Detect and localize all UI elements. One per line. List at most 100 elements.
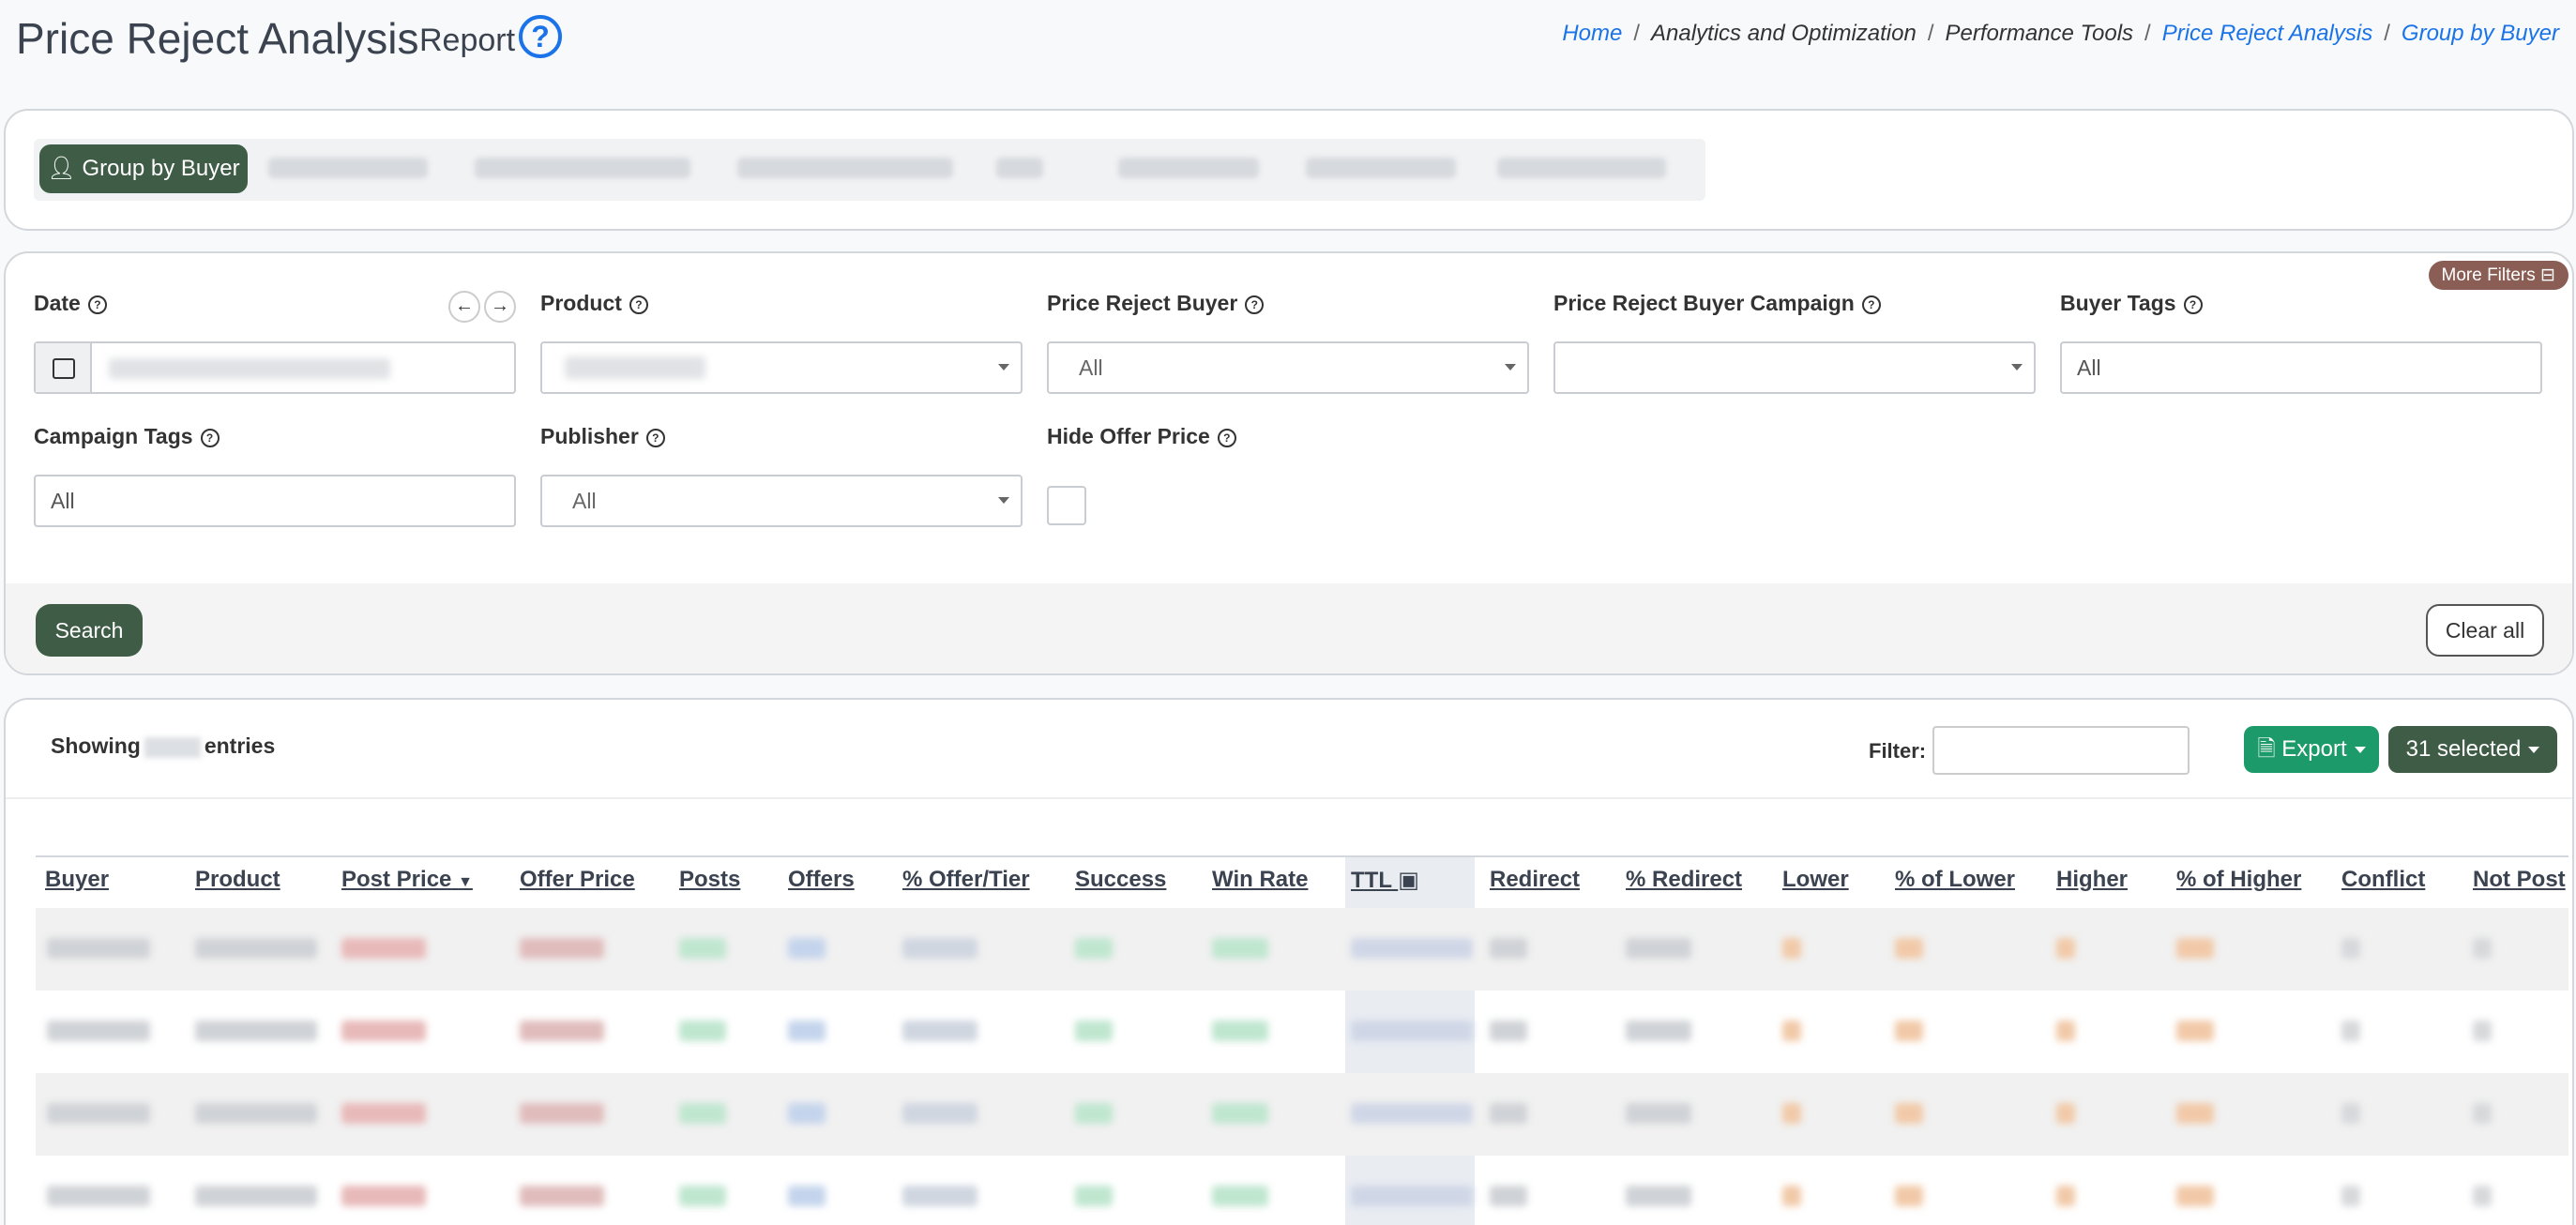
- redacted-cell: [1782, 1021, 1801, 1041]
- redacted-cell: [2176, 1021, 2214, 1041]
- date-range-value: [109, 358, 390, 379]
- publisher-select[interactable]: All: [540, 475, 1023, 527]
- column-header-conflict[interactable]: Conflict: [2341, 867, 2425, 893]
- redacted-cell: [47, 1186, 150, 1206]
- redacted-cell: [1782, 1103, 1801, 1124]
- redacted-cell: [902, 1186, 977, 1206]
- column-header-percent-higher[interactable]: % of Higher: [2176, 867, 2301, 893]
- redacted-cell: [1351, 1103, 1473, 1124]
- table-row: [36, 1073, 2568, 1156]
- redacted-cell: [902, 938, 977, 959]
- help-icon[interactable]: ?: [629, 295, 648, 314]
- redacted-cell: [679, 1103, 726, 1124]
- column-header-higher[interactable]: Higher: [2056, 867, 2128, 893]
- price-reject-buyer-campaign-select[interactable]: [1553, 341, 2036, 394]
- column-header-offer-tier[interactable]: % Offer/Tier: [902, 867, 1030, 893]
- tab-blurred[interactable]: [1497, 158, 1666, 178]
- help-icon[interactable]: ?: [2183, 295, 2203, 314]
- tab-blurred[interactable]: [475, 158, 690, 178]
- help-icon[interactable]: ?: [1245, 295, 1265, 314]
- date-range-input[interactable]: [34, 341, 516, 394]
- columns-selected-button[interactable]: 31 selected: [2388, 726, 2557, 773]
- price-reject-buyer-label: Price Reject Buyer?: [1047, 291, 1265, 316]
- tab-group-by-buyer[interactable]: 👤︎ Group by Buyer: [39, 144, 248, 193]
- column-header-buyer[interactable]: Buyer: [45, 867, 109, 893]
- redacted-cell: [1075, 1186, 1113, 1206]
- redacted-cell: [2176, 1103, 2214, 1124]
- breadcrumb-group-by-buyer[interactable]: Group by Buyer: [2402, 21, 2559, 46]
- more-filters-button[interactable]: More Filters ⊟: [2428, 261, 2568, 290]
- product-select[interactable]: [540, 341, 1023, 394]
- table-row: [36, 1156, 2568, 1225]
- breadcrumb-price-reject-analysis[interactable]: Price Reject Analysis: [2162, 21, 2373, 46]
- hide-offer-price-checkbox[interactable]: [1047, 486, 1086, 525]
- buyer-tags-input[interactable]: All: [2060, 341, 2542, 394]
- date-prev-button[interactable]: ←: [448, 291, 480, 323]
- redacted-cell: [2473, 1186, 2492, 1206]
- redacted-cell: [788, 1021, 826, 1041]
- redacted-cell: [788, 1103, 826, 1124]
- redacted-cell: [1895, 1186, 1923, 1206]
- page-subtitle: Report: [419, 23, 516, 58]
- page-title: Price Reject Analysis: [16, 14, 419, 63]
- table-filter-input[interactable]: [1932, 726, 2190, 775]
- redacted-cell: [2473, 1021, 2492, 1041]
- excel-file-icon: 🗎︎: [2257, 736, 2276, 762]
- tab-blurred[interactable]: [1306, 158, 1456, 178]
- redacted-cell: [47, 938, 150, 959]
- redacted-cell: [1075, 1021, 1113, 1041]
- redacted-cell: [1782, 938, 1801, 959]
- tab-blurred[interactable]: [1118, 158, 1259, 178]
- redacted-cell: [1212, 1021, 1268, 1041]
- help-icon[interactable]: ?: [645, 428, 665, 447]
- redacted-cell: [2473, 1103, 2492, 1124]
- help-icon[interactable]: ?: [519, 15, 562, 58]
- breadcrumb-home[interactable]: Home: [1562, 21, 1622, 46]
- redacted-cell: [902, 1021, 977, 1041]
- redacted-cell: [2176, 1186, 2214, 1206]
- report-tabs-card: 👤︎ Group by Buyer: [4, 109, 2574, 231]
- collapse-icon: ⊟: [2540, 265, 2555, 285]
- column-header-percent-lower[interactable]: % of Lower: [1895, 867, 2015, 893]
- results-card: Showing entries Filter: 🗎︎ Export 31 sele…: [4, 698, 2574, 1225]
- column-header-success[interactable]: Success: [1075, 867, 1166, 893]
- redacted-cell: [1351, 1186, 1473, 1206]
- redacted-cell: [47, 1021, 150, 1041]
- product-label: Product?: [540, 291, 648, 316]
- export-button[interactable]: 🗎︎ Export: [2244, 726, 2379, 773]
- column-header-percent-redirect[interactable]: % Redirect: [1626, 867, 1742, 893]
- redacted-cell: [1895, 1021, 1923, 1041]
- campaign-tags-input[interactable]: All: [34, 475, 516, 527]
- column-header-not-post[interactable]: Not Post: [2473, 867, 2566, 893]
- column-header-offers[interactable]: Offers: [788, 867, 855, 893]
- clear-all-button[interactable]: Clear all: [2426, 604, 2544, 657]
- sort-desc-icon: ▼: [458, 874, 473, 890]
- column-header-ttl[interactable]: TTL ▣: [1351, 867, 1419, 894]
- redacted-cell: [1626, 1021, 1691, 1041]
- redacted-cell: [1782, 1186, 1801, 1206]
- tab-blurred[interactable]: [268, 158, 428, 178]
- redacted-cell: [195, 1103, 317, 1124]
- column-header-posts[interactable]: Posts: [679, 867, 740, 893]
- calendar-icon[interactable]: [36, 343, 92, 392]
- column-header-redirect[interactable]: Redirect: [1490, 867, 1580, 893]
- date-next-button[interactable]: →: [484, 291, 516, 323]
- column-header-post-price[interactable]: Post Price ▼: [341, 867, 473, 893]
- redacted-cell: [679, 1186, 726, 1206]
- column-header-offer-price[interactable]: Offer Price: [520, 867, 635, 893]
- column-header-win-rate[interactable]: Win Rate: [1212, 867, 1308, 893]
- price-reject-buyer-select[interactable]: All: [1047, 341, 1529, 394]
- help-icon[interactable]: ?: [200, 428, 220, 447]
- help-icon[interactable]: ?: [1861, 295, 1881, 314]
- column-header-product[interactable]: Product: [195, 867, 280, 893]
- search-button[interactable]: Search: [36, 604, 143, 657]
- product-value: [565, 356, 705, 379]
- help-icon[interactable]: ?: [1217, 428, 1236, 447]
- redacted-cell: [1895, 938, 1923, 959]
- redacted-cell: [195, 938, 317, 959]
- tab-blurred[interactable]: [996, 158, 1043, 178]
- tab-blurred[interactable]: [737, 158, 953, 178]
- redacted-cell: [47, 1103, 150, 1124]
- help-icon[interactable]: ?: [87, 295, 107, 314]
- column-header-lower[interactable]: Lower: [1782, 867, 1849, 893]
